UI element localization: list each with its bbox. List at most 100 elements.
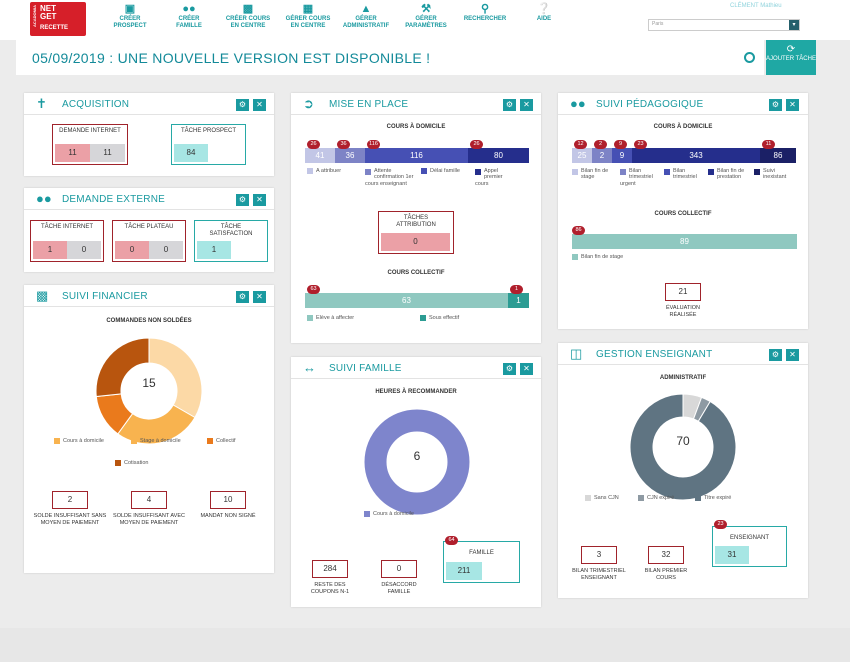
nav-gerer-parametres[interactable]: ⚒ GÉRER PARAMÈTRES [404,3,448,29]
close-icon[interactable]: ✕ [520,99,533,111]
nav-creer-cours-en-centre[interactable]: ▩ CRÉER COURS EN CENTRE [224,3,272,29]
bar-segment[interactable]: 41 [305,148,335,163]
kpi-box[interactable]: 3 [581,546,617,564]
legend-label: Titre expiré [704,495,732,501]
nav-label: CRÉER PROSPECT [113,16,147,29]
kpi-box[interactable]: 4 [131,491,167,509]
demande-internet-box[interactable]: DEMANDE INTERNET 11 11 [52,124,128,165]
bar-segment[interactable]: 89 [572,234,797,249]
legend-item[interactable]: Bilan trimestriel urgent [620,168,660,187]
kpi-box[interactable]: 2 [52,491,88,509]
kpi-box[interactable]: 0 [381,560,417,578]
bar-segment[interactable]: 80 [468,148,529,163]
bar-segment[interactable]: 25 [572,148,592,163]
legend-item[interactable]: Attente confirmation 1er cours enseignan… [365,168,419,187]
nav-rechercher[interactable]: ⚲ RECHERCHER [462,3,508,23]
legend-item[interactable]: CJN expiré [638,495,674,501]
clipboard-icon: ▣ [124,3,136,15]
nav-gerer-administratif[interactable]: ▲ GÉRER ADMINISTRATIF [340,3,392,29]
legend-item[interactable]: Bilan trimestriel [664,168,702,181]
gear-icon[interactable]: ⚙ [503,363,516,375]
app-logo[interactable]: ACADOMIA NET GET RECETTE [30,2,86,36]
legend-item[interactable]: A attribuer [307,168,341,174]
tache-satisfaction-box[interactable]: TÂCHE SATISFACTION 1 [194,220,268,262]
bar-segment[interactable]: 116 [365,148,468,163]
legend-item[interactable]: Elève à affecter [307,315,354,321]
tache-internet-box[interactable]: TÂCHE INTERNET 1 0 [30,220,104,262]
bar-segment[interactable]: 86 [760,148,796,163]
bar-segment[interactable]: 1 [508,293,529,308]
kpi-box[interactable]: 32 [648,546,684,564]
close-icon[interactable]: ✕ [520,363,533,375]
add-task-button[interactable]: ⟳ AJOUTER TÂCHE [766,40,816,75]
kpi-box[interactable]: 10 [210,491,246,509]
close-icon[interactable]: ✕ [253,99,266,111]
bar-segment[interactable]: 9 [612,148,632,163]
legend-item[interactable]: Délai famille [421,168,460,174]
nav-aide[interactable]: ❔ AIDE [530,3,558,23]
legend-item[interactable]: Collectif [207,438,236,444]
count-badge: 116 [367,140,380,149]
tache-prospect-box[interactable]: TÂCHE PROSPECT 84 [171,124,246,165]
gear-icon[interactable]: ⚙ [503,99,516,111]
legend-item[interactable]: Cours à domicile [364,511,414,517]
legend-item[interactable]: Bilan fin de stage [572,168,614,181]
bar-segment[interactable]: 2 [592,148,612,163]
nav-creer-famille[interactable]: ●● CRÉER FAMILLE [170,3,208,29]
panel-header: ◫ GESTION ENSEIGNANT ⚙ ✕ [558,343,808,365]
tache-plateau-box[interactable]: TÂCHE PLATEAU 0 0 [112,220,186,262]
legend-item[interactable]: Sans CJN [585,495,619,501]
legend-item[interactable]: Appel premier cours [475,168,517,187]
kpi-caption: BILAN TRIMESTRIEL ENSEIGNANT [572,568,626,581]
legend-item[interactable]: Stage à domicile [131,438,181,444]
kpi-caption: BILAN PREMIER COURS [644,568,688,581]
close-icon[interactable]: ✕ [253,291,266,303]
bar-segment[interactable]: 36 [335,148,365,163]
kpi-caption: ÉVALUATION RÉALISÉE [665,305,701,318]
legend-item[interactable]: Bilan fin de stage [572,254,623,260]
panel-suivi-pedagogique: ●● SUIVI PÉDAGOGIQUE ⚙ ✕ COURS À DOMICIL… [558,93,808,329]
briefcase-icon: ▩ [242,3,254,15]
chart-subtitle: ADMINISTRATIF [659,375,707,381]
panel-acquisition: ✝ ACQUISITION ⚙ ✕ DEMANDE INTERNET 11 11… [24,93,274,176]
legend-item[interactable]: Cotisation [115,460,148,466]
count-badge: 36 [337,140,350,149]
close-icon[interactable]: ✕ [253,194,266,206]
kpi-box[interactable]: 21 [665,283,701,301]
legend-label: Bilan trimestriel [673,168,697,181]
agency-select[interactable]: Paris ▾ [648,19,800,31]
legend-item[interactable]: Suivi inexistant [754,168,794,181]
legend-item[interactable]: Titre expiré [695,495,731,501]
box-value: 0 [67,241,101,259]
legend-item[interactable]: Cours à domicile [54,438,104,444]
kpi-caption: SOLDE INSUFFISANT SANS MOYEN DE PAIEMENT [33,513,107,526]
taches-attribution-box[interactable]: TÂCHES ATTRIBUTION 0 [378,211,454,254]
famille-box[interactable]: FAMILLE 211 [443,541,520,583]
gear-icon[interactable]: ⚙ [236,99,249,111]
close-icon[interactable]: ✕ [786,99,799,111]
gear-icon[interactable]: ⚙ [236,194,249,206]
nav-gerer-cours-en-centre[interactable]: ▦ GÉRER COURS EN CENTRE [284,3,332,29]
gear-icon[interactable]: ⚙ [236,291,249,303]
legend-item[interactable]: Sous effectif [420,315,459,321]
enseignant-box[interactable]: ENSEIGNANT 31 [712,526,787,567]
legend-item[interactable]: Bilan fin de prestation [708,168,750,181]
count-badge: 2 [594,140,607,149]
gear-icon[interactable]: ⚙ [769,99,782,111]
compass-icon: ▲ [360,3,372,15]
legend-label: Délai famille [430,168,460,174]
nav-label: CRÉER FAMILLE [176,16,202,29]
nav-creer-prospect[interactable]: ▣ CRÉER PROSPECT [110,3,150,29]
box-value: 11 [90,144,125,162]
gear-icon[interactable]: ⚙ [769,349,782,361]
kpi-box[interactable]: 284 [312,560,348,578]
legend-label: Cotisation [124,460,149,466]
bar-segment[interactable]: 63 [305,293,508,308]
status-ring-icon[interactable] [744,52,755,63]
user-name[interactable]: CLÉMENT Mathieu [730,3,782,9]
count-badge: 63 [307,285,320,294]
briefcase-icon: ▩ [36,288,49,303]
close-icon[interactable]: ✕ [786,349,799,361]
legend-swatch [638,495,644,501]
bar-segment[interactable]: 343 [632,148,760,163]
